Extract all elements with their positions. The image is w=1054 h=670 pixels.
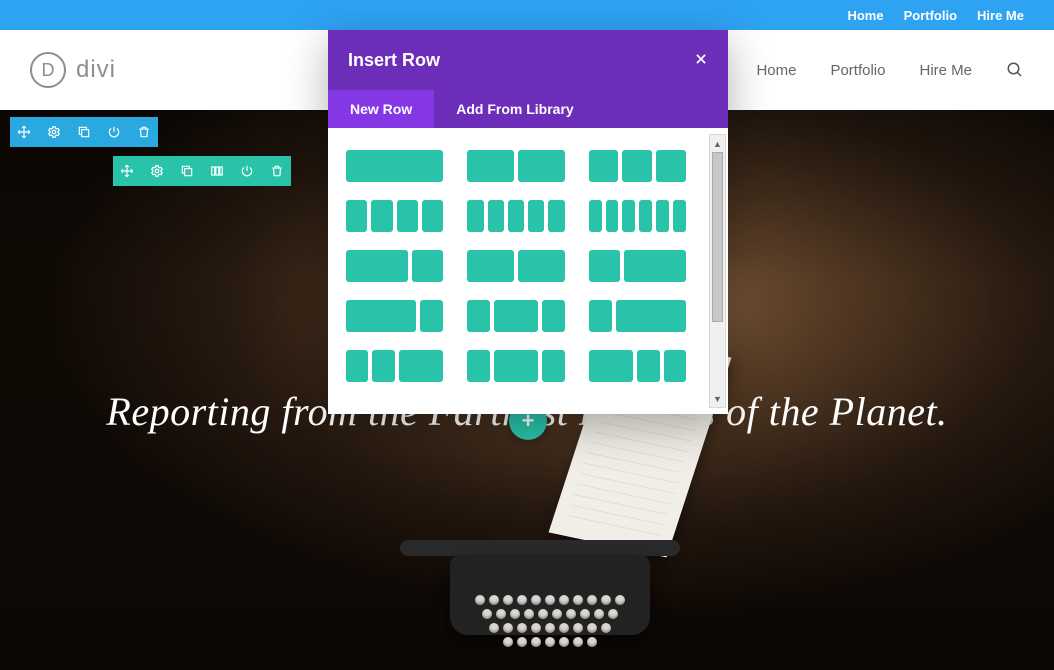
layout-sixths[interactable] bbox=[589, 200, 686, 232]
logo-text: divi bbox=[76, 56, 116, 84]
modal-tabs: New Row Add From Library bbox=[328, 90, 728, 128]
layout-quarters[interactable] bbox=[346, 200, 443, 232]
layout-1-2-1b[interactable] bbox=[467, 350, 564, 382]
layout-1-2[interactable] bbox=[589, 250, 686, 282]
modal-body: ▲ ▼ bbox=[328, 128, 728, 414]
secondary-nav: Home Portfolio Hire Me bbox=[0, 0, 1054, 30]
layout-1-3[interactable] bbox=[589, 300, 686, 332]
scroll-thumb[interactable] bbox=[712, 152, 723, 322]
move-icon[interactable] bbox=[10, 117, 38, 147]
nav-link-home[interactable]: Home bbox=[756, 62, 796, 79]
duplicate-icon[interactable] bbox=[70, 117, 98, 147]
layout-fifths[interactable] bbox=[467, 200, 564, 232]
layout-thirds[interactable] bbox=[589, 150, 686, 182]
insert-row-modal: Insert Row New Row Add From Library bbox=[328, 30, 728, 414]
trash-icon[interactable] bbox=[130, 117, 158, 147]
topbar-link-home[interactable]: Home bbox=[847, 8, 883, 23]
power-icon[interactable] bbox=[233, 156, 261, 186]
layout-half-half[interactable] bbox=[467, 150, 564, 182]
tab-new-row[interactable]: New Row bbox=[328, 90, 434, 128]
row-layout-grid bbox=[346, 150, 686, 382]
site-logo[interactable]: D divi bbox=[30, 52, 116, 88]
layout-1-1-2[interactable] bbox=[346, 350, 443, 382]
modal-header: Insert Row bbox=[328, 30, 728, 90]
layout-full[interactable] bbox=[346, 150, 443, 182]
layout-1-1-wide[interactable] bbox=[467, 250, 564, 282]
layout-1-2-1[interactable] bbox=[467, 300, 564, 332]
layout-2-1-1[interactable] bbox=[589, 350, 686, 382]
gear-icon[interactable] bbox=[40, 117, 68, 147]
power-icon[interactable] bbox=[100, 117, 128, 147]
trash-icon[interactable] bbox=[263, 156, 291, 186]
logo-mark: D bbox=[30, 52, 66, 88]
typewriter-image bbox=[430, 500, 690, 670]
scroll-up-icon[interactable]: ▲ bbox=[710, 135, 725, 152]
modal-title: Insert Row bbox=[348, 50, 440, 71]
nav-link-hire-me[interactable]: Hire Me bbox=[919, 62, 972, 79]
columns-icon[interactable] bbox=[203, 156, 231, 186]
duplicate-icon[interactable] bbox=[173, 156, 201, 186]
row-toolbar bbox=[113, 156, 291, 186]
modal-scrollbar[interactable]: ▲ ▼ bbox=[709, 134, 726, 408]
scroll-down-icon[interactable]: ▼ bbox=[710, 390, 725, 407]
tab-add-from-library[interactable]: Add From Library bbox=[434, 90, 595, 128]
close-icon[interactable] bbox=[694, 50, 708, 71]
search-icon[interactable] bbox=[1006, 61, 1024, 79]
gear-icon[interactable] bbox=[143, 156, 171, 186]
layout-3-1[interactable] bbox=[346, 300, 443, 332]
layout-2-1[interactable] bbox=[346, 250, 443, 282]
topbar-link-portfolio[interactable]: Portfolio bbox=[904, 8, 957, 23]
topbar-link-hire-me[interactable]: Hire Me bbox=[977, 8, 1024, 23]
move-icon[interactable] bbox=[113, 156, 141, 186]
section-toolbar bbox=[10, 117, 158, 147]
nav-link-portfolio[interactable]: Portfolio bbox=[830, 62, 885, 79]
